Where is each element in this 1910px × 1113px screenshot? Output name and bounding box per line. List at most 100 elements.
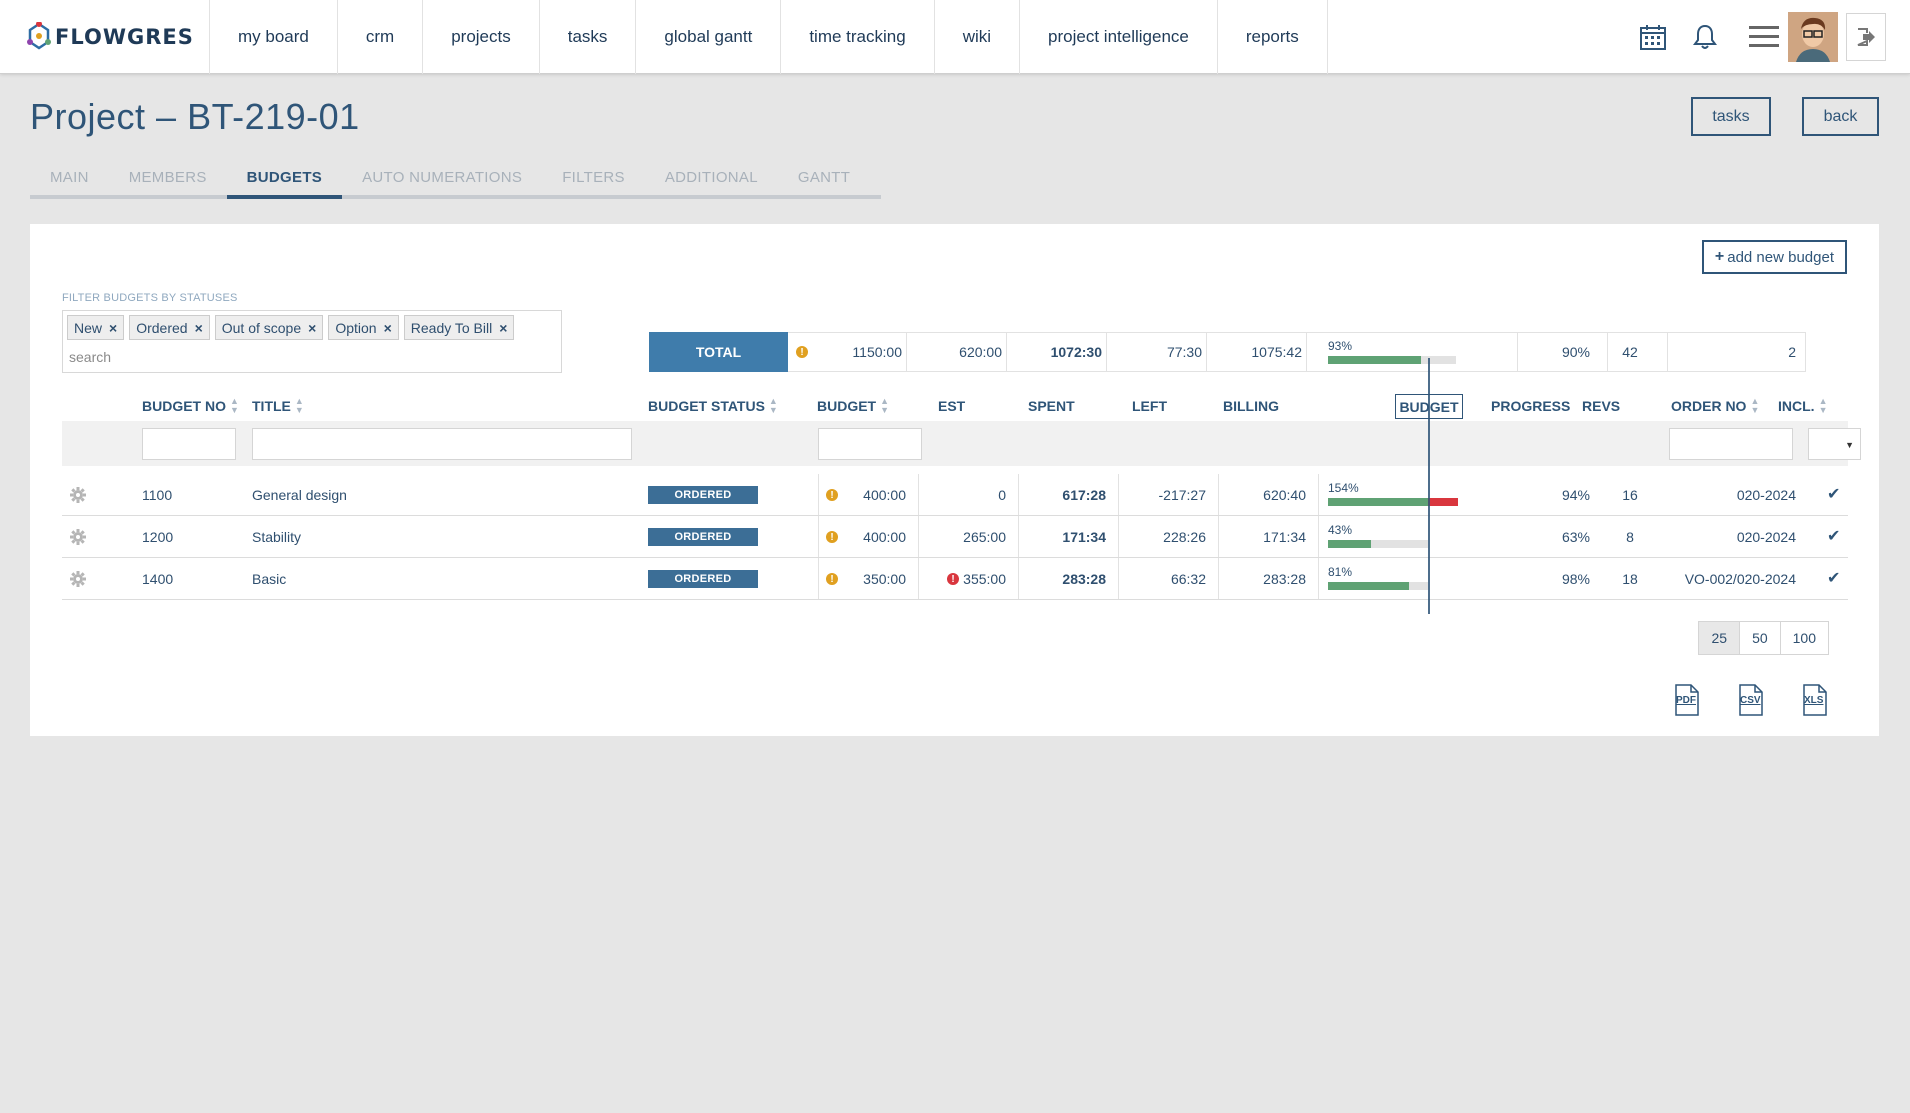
top-right-tools <box>1638 0 1886 74</box>
budget-no[interactable]: 1200 <box>142 516 173 558</box>
header-title[interactable]: TITLE ▲ ▼ <box>252 396 304 416</box>
brand-logo[interactable]: FLOWGRES <box>26 18 194 56</box>
calendar-button[interactable] <box>1638 22 1668 52</box>
header-order-no[interactable]: ORDER NO ▲ ▼ <box>1671 396 1759 416</box>
remove-chip-icon[interactable]: × <box>195 320 203 336</box>
est-value: 0 <box>998 487 1006 503</box>
nav-my-board[interactable]: my board <box>210 0 338 74</box>
export-buttons: PDF CSV XLS <box>1673 684 1829 716</box>
tab-auto-numerations[interactable]: AUTO NUMERATIONS <box>342 159 542 195</box>
menu-button[interactable] <box>1748 22 1780 52</box>
page-size-100[interactable]: 100 <box>1780 622 1828 654</box>
bar-fill <box>1328 582 1409 590</box>
nav-reports[interactable]: reports <box>1218 0 1328 74</box>
tab-additional[interactable]: ADDITIONAL <box>645 159 778 195</box>
header-budget[interactable]: BUDGET ▲ ▼ <box>817 396 889 416</box>
bell-icon <box>1693 24 1717 49</box>
status-chip: New × <box>67 315 125 340</box>
tab-filters[interactable]: FILTERS <box>542 159 645 195</box>
divider <box>1667 333 1668 371</box>
nav-tasks[interactable]: tasks <box>540 0 637 74</box>
user-avatar[interactable] <box>1788 12 1838 62</box>
table-row[interactable]: 1200 Stability ORDERED! 400:00 265:00 171:34 2… <box>62 516 1848 558</box>
nav-project-intelligence[interactable]: project intelligence <box>1020 0 1218 74</box>
title-filter-input[interactable] <box>252 428 632 460</box>
notifications-button[interactable] <box>1690 22 1720 52</box>
tab-gantt[interactable]: GANTT <box>778 159 870 195</box>
chip-label: Ready To Bill <box>410 319 493 336</box>
export-csv-button[interactable]: CSV <box>1737 684 1765 716</box>
budget-no-filter-input[interactable] <box>142 428 236 460</box>
divider <box>1318 474 1319 515</box>
budget-no[interactable]: 1400 <box>142 558 173 600</box>
logout-button[interactable] <box>1846 13 1886 61</box>
remove-chip-icon[interactable]: × <box>308 320 316 336</box>
nav-wiki[interactable]: wiki <box>935 0 1021 74</box>
total-billing: 1075:42 <box>1251 344 1302 360</box>
order-no-filter-input[interactable] <box>1669 428 1793 460</box>
gear-icon[interactable] <box>69 528 87 546</box>
tab-budgets[interactable]: BUDGETS <box>226 159 343 199</box>
divider <box>1607 333 1608 371</box>
gear-icon[interactable] <box>69 486 87 504</box>
tasks-button[interactable]: tasks <box>1691 97 1771 136</box>
budget-title[interactable]: General design <box>252 474 347 516</box>
remove-chip-icon[interactable]: × <box>384 320 392 336</box>
budget-usage-bar: 43% <box>1328 523 1478 551</box>
budget-value: 350:00 <box>863 571 906 587</box>
chevron-down-icon: ▼ <box>1845 440 1854 450</box>
divider <box>1218 516 1219 557</box>
divider <box>818 516 819 557</box>
budget-title[interactable]: Stability <box>252 516 301 558</box>
budget-no[interactable]: 1100 <box>142 474 172 516</box>
budget-usage-pct: 43% <box>1328 523 1353 537</box>
chip-label: Ordered <box>136 319 188 336</box>
nav-time-tracking[interactable]: time tracking <box>781 0 935 74</box>
total-budget: 1150:00 <box>852 344 902 360</box>
billing-value: 171:34 <box>1263 529 1306 545</box>
left-value: 228:26 <box>1163 529 1206 545</box>
incl-filter-select[interactable]: ▼ <box>1808 428 1861 460</box>
progress-value: 94% <box>1561 487 1590 503</box>
divider <box>1318 558 1319 599</box>
nav-projects[interactable]: projects <box>423 0 540 74</box>
add-new-budget-button[interactable]: + add new budget <box>1701 240 1847 274</box>
sort-icon: ▲ ▼ <box>230 396 239 415</box>
remove-chip-icon[interactable]: × <box>109 320 117 336</box>
left-value: 66:32 <box>1170 571 1206 587</box>
status-filter[interactable]: New × Ordered × Out of scope × Option × Read… <box>62 310 562 373</box>
export-xls-button[interactable]: XLS <box>1801 684 1829 716</box>
header-budget-no[interactable]: BUDGET NO ▲ ▼ <box>142 396 239 416</box>
sort-icon: ▲ ▼ <box>768 396 778 415</box>
check-icon: ✔ <box>1827 570 1841 587</box>
billing-value: 620:40 <box>1263 487 1306 503</box>
page-size-25[interactable]: 25 <box>1699 622 1741 654</box>
divider <box>1517 333 1518 371</box>
divider <box>818 558 819 599</box>
page-size-50[interactable]: 50 <box>1740 622 1781 654</box>
header-label: TITLE <box>252 398 291 414</box>
budget-filter-input[interactable] <box>818 428 922 460</box>
tab-members[interactable]: MEMBERS <box>109 159 227 195</box>
nav-global-gantt[interactable]: global gantt <box>636 0 782 74</box>
status-badge: ORDERED <box>648 570 758 588</box>
bar-track <box>1328 582 1428 590</box>
sort-icon: ▲ ▼ <box>1750 396 1760 415</box>
gear-icon[interactable] <box>69 570 87 588</box>
header-incl[interactable]: INCL. ▲ ▼ <box>1778 396 1827 416</box>
table-row[interactable]: 1100 General design ORDERED! 400:00 0 617:28-… <box>62 474 1848 516</box>
budget-title[interactable]: Basic <box>252 558 286 600</box>
progress-value: 63% <box>1561 529 1590 545</box>
total-spent: 1072:30 <box>1050 344 1102 360</box>
header-budget-status[interactable]: BUDGET STATUS ▲ ▼ <box>648 396 778 416</box>
check-icon: ✔ <box>1827 486 1841 503</box>
nav-crm[interactable]: crm <box>338 0 424 74</box>
status-search-input[interactable] <box>69 349 549 365</box>
table-row[interactable]: 1400 Basic ORDERED! 350:00! 355:00 283:28 66:3… <box>62 558 1848 600</box>
export-pdf-button[interactable]: PDF <box>1673 684 1701 716</box>
divider <box>1018 558 1019 599</box>
tab-main[interactable]: MAIN <box>30 159 109 195</box>
back-button[interactable]: back <box>1802 97 1879 136</box>
divider <box>918 474 919 515</box>
remove-chip-icon[interactable]: × <box>499 320 507 336</box>
